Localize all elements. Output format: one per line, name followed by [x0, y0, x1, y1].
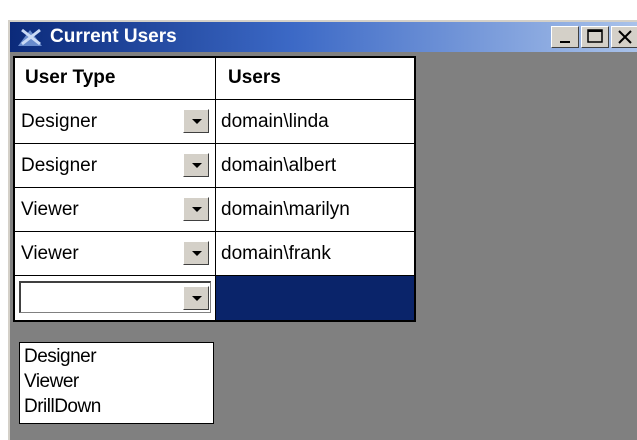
table-row-2-user[interactable]: domain\albert	[216, 144, 416, 188]
user-value: domain\albert	[221, 155, 337, 176]
table-row-4-user[interactable]: domain\frank	[216, 232, 416, 276]
user-type-value: Viewer	[21, 243, 79, 264]
table-row-3-user[interactable]: domain\marilyn	[216, 188, 416, 232]
user-value: domain\marilyn	[221, 199, 350, 220]
table-row-1-user[interactable]: domain\linda	[216, 100, 416, 144]
user-type-dropdown-button[interactable]	[183, 286, 209, 310]
user-type-dropdown-button[interactable]	[183, 241, 209, 265]
app-icon	[18, 28, 42, 46]
user-type-combobox[interactable]	[19, 281, 211, 313]
maximize-button[interactable]	[581, 26, 609, 48]
close-icon	[618, 30, 632, 44]
current-users-window: Current Users User Type Users Designer d…	[8, 20, 637, 440]
dropdown-option-viewer[interactable]: Viewer	[24, 371, 79, 393]
user-type-dropdown-list[interactable]: Designer Viewer DrillDown	[19, 342, 214, 424]
user-type-dropdown-button[interactable]	[183, 153, 209, 177]
user-type-dropdown-button[interactable]	[183, 109, 209, 133]
table-row-4-user-type[interactable]: Viewer	[13, 232, 216, 276]
dropdown-option-drilldown[interactable]: DrillDown	[24, 396, 101, 418]
dropdown-option-designer[interactable]: Designer	[24, 346, 97, 368]
header-user-type[interactable]: User Type	[13, 56, 216, 100]
header-users[interactable]: Users	[216, 56, 416, 100]
minimize-icon	[560, 41, 570, 43]
user-type-value: Designer	[21, 111, 98, 132]
close-button[interactable]	[611, 26, 637, 48]
title-bar[interactable]: Current Users	[10, 22, 637, 52]
user-value: domain\frank	[221, 243, 331, 264]
table-row-3-user-type[interactable]: Viewer	[13, 188, 216, 232]
window-title: Current Users	[50, 26, 177, 47]
user-value: domain\linda	[221, 111, 329, 132]
user-type-value: Designer	[21, 155, 98, 176]
user-type-dropdown-button[interactable]	[183, 197, 209, 221]
new-row-user[interactable]	[216, 276, 416, 322]
new-row-user-type[interactable]	[13, 276, 216, 322]
header-users-label: Users	[228, 67, 281, 88]
minimize-button[interactable]	[551, 26, 579, 48]
header-user-type-label: User Type	[25, 67, 116, 88]
maximize-icon	[587, 29, 603, 43]
table-row-2-user-type[interactable]: Designer	[13, 144, 216, 188]
user-type-value: Viewer	[21, 199, 79, 220]
table-row-1-user-type[interactable]: Designer	[13, 100, 216, 144]
users-grid: User Type Users Designer domain\linda De…	[13, 56, 416, 322]
